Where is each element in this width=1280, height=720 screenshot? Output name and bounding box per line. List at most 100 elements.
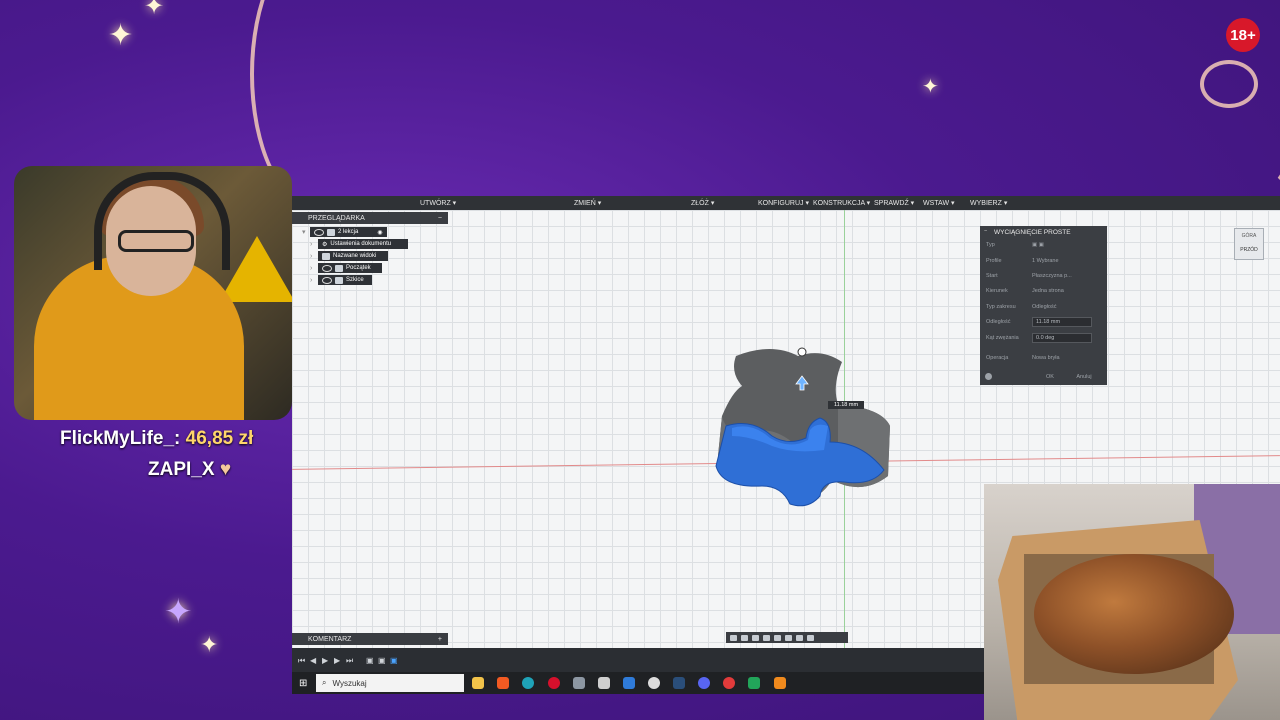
windows-icon[interactable]: ⊞ bbox=[299, 678, 307, 689]
distance-input[interactable]: 11.18 mm bbox=[1032, 317, 1092, 327]
row-value[interactable]: Płaszczyzna p... bbox=[1032, 273, 1100, 279]
timeline-extrude-icon[interactable]: ▣ bbox=[390, 656, 398, 665]
sparkle-icon: ✦ bbox=[144, 0, 165, 20]
viewcube-top-label[interactable]: GÓRA bbox=[1235, 233, 1263, 239]
donation-amount: 46,85 zł bbox=[185, 428, 254, 449]
menu-construct[interactable]: KONSTRUKCJA ▾ bbox=[813, 199, 870, 207]
sparkle-icon: ✦ bbox=[200, 632, 219, 657]
menu-assemble[interactable]: ZŁÓŻ ▾ bbox=[691, 199, 714, 207]
donation-entry: FlickMyLife_: 46,85 zł bbox=[60, 428, 253, 450]
display-settings-icon[interactable] bbox=[785, 634, 792, 641]
collapse-arrow-icon[interactable]: ▾ bbox=[302, 228, 310, 236]
steam-icon[interactable] bbox=[673, 677, 685, 689]
visibility-icon[interactable] bbox=[322, 276, 332, 284]
decor-curve bbox=[1200, 60, 1258, 108]
taper-input[interactable]: 0.0 deg bbox=[1032, 333, 1092, 343]
fusion-icon[interactable] bbox=[774, 677, 786, 689]
cancel-button[interactable]: Anuluj bbox=[1068, 372, 1100, 381]
dialog-row-profiles[interactable]: Profile 1 Wybrane bbox=[986, 256, 1100, 266]
row-value[interactable]: Nowa bryła bbox=[1032, 355, 1100, 361]
brave-icon[interactable] bbox=[497, 677, 509, 689]
misc-icon[interactable] bbox=[573, 677, 585, 689]
target-icon[interactable]: ◉ bbox=[377, 229, 382, 236]
visibility-icon[interactable] bbox=[322, 264, 332, 272]
tree-item[interactable]: › Nazwane widoki bbox=[310, 251, 388, 261]
sparkle-icon: ✦ bbox=[922, 76, 939, 98]
tree-item[interactable]: › Szkice bbox=[310, 275, 372, 285]
comments-panel-header[interactable]: KOMENTARZ + bbox=[292, 633, 448, 645]
menu-inspect[interactable]: SPRAWDŹ ▾ bbox=[874, 199, 914, 207]
play-icon[interactable]: ▶ bbox=[322, 656, 328, 665]
ok-button[interactable]: OK bbox=[1038, 372, 1062, 381]
folder-icon bbox=[335, 264, 343, 272]
expand-arrow-icon[interactable]: › bbox=[310, 241, 318, 248]
app3-icon[interactable] bbox=[723, 677, 735, 689]
row-label: Odległość bbox=[986, 319, 1011, 325]
extrude-dialog: − WYCIĄGNIĘCIE PROSTE Typ ▣ ▣ Profile 1 Wy… bbox=[980, 226, 1107, 385]
comments-title: KOMENTARZ bbox=[308, 635, 352, 643]
next-step-icon[interactable]: ▶ bbox=[334, 656, 340, 665]
add-comment-icon[interactable]: + bbox=[438, 636, 442, 643]
look-at-icon[interactable] bbox=[741, 634, 748, 641]
timeline-sketch-icon[interactable]: ▣ bbox=[366, 656, 374, 665]
discord-icon[interactable] bbox=[698, 677, 710, 689]
viewcube-front-label[interactable]: PRZÓD bbox=[1235, 247, 1263, 253]
dialog-row-start[interactable]: Start Płaszczyzna p... bbox=[986, 271, 1100, 281]
prev-step-icon[interactable]: ◀ bbox=[310, 656, 316, 665]
dialog-row-type[interactable]: Typ ▣ ▣ bbox=[986, 240, 1100, 250]
menu-select[interactable]: WYBIERZ ▾ bbox=[970, 199, 1007, 207]
view-cube[interactable]: GÓRA PRZÓD bbox=[1234, 228, 1264, 260]
cat-webcam bbox=[984, 484, 1280, 720]
row-value[interactable]: 1 Wybrane bbox=[1032, 258, 1100, 264]
heart-icon: ♥ bbox=[219, 459, 232, 480]
menu-configure[interactable]: KONFIGURUJ ▾ bbox=[758, 199, 809, 207]
sheets-icon[interactable] bbox=[748, 677, 760, 689]
row-value[interactable]: Jedna strona bbox=[1032, 288, 1100, 294]
collapse-icon[interactable]: − bbox=[984, 228, 987, 234]
row-value[interactable]: Odległość bbox=[1032, 304, 1100, 310]
folder-icon bbox=[322, 252, 330, 260]
fit-icon[interactable] bbox=[774, 634, 781, 641]
dialog-row-taper[interactable]: Kąt zwężania 0.0 deg bbox=[986, 333, 1100, 343]
tree-item-label: Ustawienia dokumentu bbox=[330, 241, 392, 247]
type-selector-icon[interactable]: ▣ ▣ bbox=[1032, 242, 1100, 248]
menu-modify[interactable]: ZMIEŃ ▾ bbox=[574, 199, 601, 207]
info-icon[interactable] bbox=[985, 373, 992, 380]
document-icon bbox=[327, 228, 335, 236]
visibility-icon[interactable] bbox=[314, 228, 324, 236]
zoom-icon[interactable] bbox=[763, 634, 770, 641]
app-icon[interactable] bbox=[598, 677, 610, 689]
edge-icon[interactable] bbox=[522, 677, 534, 689]
explorer-icon[interactable] bbox=[472, 677, 484, 689]
dialog-row-operation[interactable]: Operacja Nowa bryła bbox=[986, 353, 1100, 363]
expand-arrow-icon[interactable]: › bbox=[310, 265, 318, 272]
viewports-icon[interactable] bbox=[807, 634, 814, 641]
dialog-row-distance[interactable]: Odległość 11.18 mm bbox=[986, 317, 1100, 327]
timeline-sketch-icon[interactable]: ▣ bbox=[378, 656, 386, 665]
expand-arrow-icon[interactable]: › bbox=[310, 253, 318, 260]
grid-settings-icon[interactable] bbox=[796, 634, 803, 641]
taskbar-search[interactable]: ⌕ Wyszukaj bbox=[316, 674, 464, 692]
first-step-icon[interactable]: ⏮ bbox=[298, 656, 305, 666]
pan-icon[interactable] bbox=[752, 634, 759, 641]
tree-root[interactable]: ▾ 2 lekcja ◉ bbox=[302, 227, 387, 237]
opera-icon[interactable] bbox=[548, 677, 560, 689]
last-step-icon[interactable]: ⏭ bbox=[346, 656, 353, 666]
tree-item[interactable]: › Początek bbox=[310, 263, 382, 273]
expand-arrow-icon[interactable]: › bbox=[310, 277, 318, 284]
dialog-row-direction[interactable]: Kierunek Jedna strona bbox=[986, 286, 1100, 296]
dialog-row-extent[interactable]: Typ zakresu Odległość bbox=[986, 302, 1100, 312]
extruded-body[interactable] bbox=[712, 346, 892, 516]
app2-icon[interactable] bbox=[623, 677, 635, 689]
browser-panel-header[interactable]: PRZEGLĄDARKA − bbox=[292, 212, 448, 224]
collapse-icon[interactable]: − bbox=[438, 215, 442, 222]
orbit-icon[interactable] bbox=[730, 634, 737, 641]
menu-insert[interactable]: WSTAW ▾ bbox=[923, 199, 955, 207]
row-label: Kierunek bbox=[986, 288, 1008, 294]
tree-item[interactable]: › ⚙ Ustawienia dokumentu bbox=[310, 239, 408, 249]
menu-create[interactable]: UTWÓRZ ▾ bbox=[420, 199, 456, 207]
distance-readout[interactable]: 11.18 mm bbox=[828, 401, 865, 409]
headset-icon bbox=[94, 172, 230, 270]
age-rating-badge: 18+ bbox=[1226, 18, 1260, 52]
obs-icon[interactable] bbox=[648, 677, 660, 689]
